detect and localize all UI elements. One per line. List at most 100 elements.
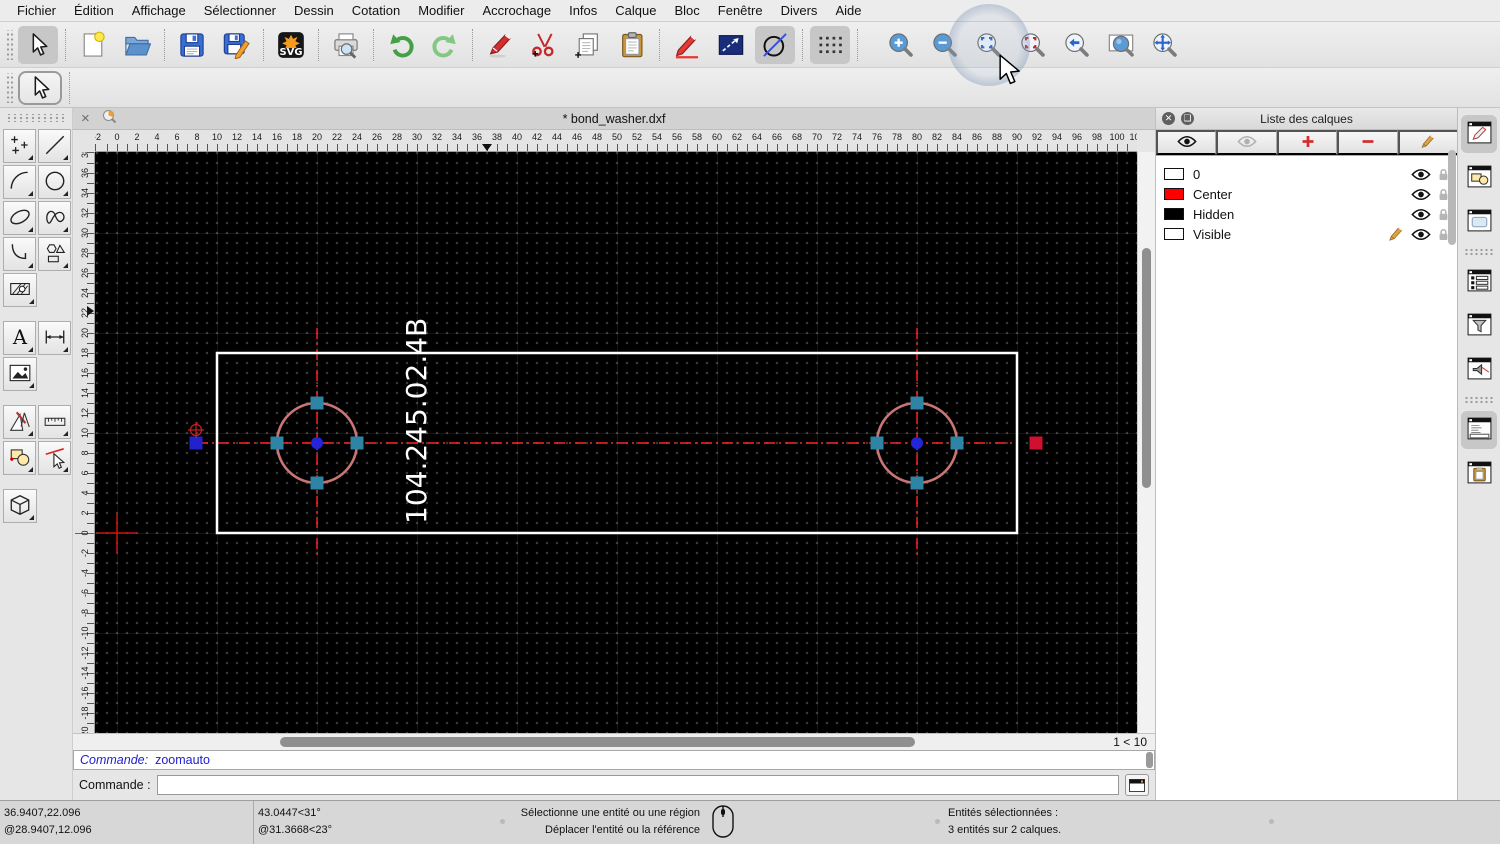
select-arrow-button[interactable] bbox=[18, 25, 58, 64]
dockLibrary-icon bbox=[1466, 208, 1493, 236]
tool-select-entity[interactable] bbox=[38, 441, 71, 475]
cut-button[interactable] bbox=[524, 26, 564, 64]
command-input[interactable] bbox=[156, 775, 1119, 795]
redo-button[interactable] bbox=[425, 26, 465, 64]
dock-entity-list[interactable] bbox=[1461, 263, 1497, 301]
tool-arc[interactable] bbox=[3, 165, 36, 199]
tool-image[interactable] bbox=[3, 357, 37, 391]
horizontal-scrollbar[interactable]: 1 < 10 bbox=[73, 733, 1155, 750]
eye-icon[interactable] bbox=[1411, 188, 1431, 201]
dock-layer-list[interactable] bbox=[1461, 115, 1497, 153]
layer-row[interactable]: Visible bbox=[1156, 224, 1457, 244]
zoom-in-button[interactable] bbox=[881, 26, 921, 64]
layer-row[interactable]: 0 bbox=[1156, 164, 1457, 184]
tool-hatch[interactable] bbox=[3, 273, 37, 307]
tool-measure[interactable] bbox=[38, 405, 71, 439]
delete-button[interactable] bbox=[480, 26, 520, 64]
selection-order-button[interactable] bbox=[711, 26, 751, 64]
layer-remove-button[interactable] bbox=[1337, 130, 1398, 155]
dock-clipboard[interactable] bbox=[1461, 455, 1497, 493]
menu-infos[interactable]: Infos bbox=[560, 0, 606, 22]
zoom-previous-button[interactable] bbox=[1057, 26, 1097, 64]
tool-solid[interactable] bbox=[3, 489, 37, 523]
reference-point-blue[interactable] bbox=[189, 436, 203, 450]
zoom-pan-button[interactable] bbox=[1145, 26, 1185, 64]
layer-color-swatch[interactable] bbox=[1164, 168, 1184, 180]
layer-row[interactable]: Hidden bbox=[1156, 204, 1457, 224]
menu-cotation[interactable]: Cotation bbox=[343, 0, 409, 22]
tool-polyline[interactable] bbox=[3, 237, 36, 271]
layer-row[interactable]: Center bbox=[1156, 184, 1457, 204]
tool-circle[interactable] bbox=[38, 165, 71, 199]
horizontal-scrollbar-thumb[interactable] bbox=[280, 737, 915, 747]
vertical-scrollbar[interactable] bbox=[1137, 152, 1155, 733]
copy-button[interactable] bbox=[568, 26, 608, 64]
menu-aide[interactable]: Aide bbox=[826, 0, 870, 22]
tool-spline[interactable] bbox=[38, 201, 71, 235]
menu-dessin[interactable]: Dessin bbox=[285, 0, 343, 22]
menu-fichier[interactable]: Fichier bbox=[8, 0, 65, 22]
new-file-button[interactable] bbox=[73, 26, 113, 64]
toolbar-drag-handle[interactable] bbox=[4, 114, 68, 122]
zoom-window-button[interactable] bbox=[1101, 26, 1141, 64]
print-preview-button[interactable] bbox=[326, 26, 366, 64]
construction-mode-button[interactable] bbox=[755, 25, 795, 64]
tool-points[interactable] bbox=[3, 129, 36, 163]
dock-library-browser[interactable] bbox=[1461, 203, 1497, 241]
toolbar-drag-handle[interactable] bbox=[5, 29, 13, 60]
dock-plugins[interactable] bbox=[1461, 351, 1497, 389]
eye-icon[interactable] bbox=[1411, 168, 1431, 181]
circle-center-point-right[interactable] bbox=[911, 437, 923, 449]
cad-canvas[interactable]: 104.245.02.4B bbox=[95, 152, 1137, 733]
menu-accrochage[interactable]: Accrochage bbox=[473, 0, 560, 22]
toolbar-drag-handle[interactable] bbox=[5, 72, 13, 103]
reference-point-red[interactable] bbox=[1029, 436, 1043, 450]
layer-add-button[interactable] bbox=[1276, 130, 1338, 155]
zoom-selected-button[interactable] bbox=[1013, 26, 1053, 64]
layer-list-scrollbar-thumb[interactable] bbox=[1448, 150, 1456, 245]
dock-command-line[interactable] bbox=[1461, 411, 1497, 449]
undo-button[interactable] bbox=[381, 26, 421, 64]
select-tool-button[interactable] bbox=[18, 70, 62, 105]
layer-show-all-button[interactable] bbox=[1156, 130, 1217, 155]
menu-bloc[interactable]: Bloc bbox=[665, 0, 708, 22]
menu-selectionner[interactable]: Sélectionner bbox=[195, 0, 285, 22]
menu-divers[interactable]: Divers bbox=[772, 0, 827, 22]
part-number-label[interactable]: 104.245.02.4B bbox=[400, 318, 433, 524]
ruler-label: 24 bbox=[80, 288, 90, 299]
tool-ellipse[interactable] bbox=[3, 201, 36, 235]
tool-dimension[interactable] bbox=[38, 321, 71, 355]
zoom-auto-button[interactable] bbox=[948, 3, 1030, 86]
circle-center-point-left[interactable] bbox=[311, 437, 323, 449]
save-as-button[interactable] bbox=[216, 26, 256, 64]
draw-pen-button[interactable] bbox=[667, 26, 707, 64]
ruler-label: 20 bbox=[80, 328, 90, 339]
menu-affichage[interactable]: Affichage bbox=[123, 0, 195, 22]
layer-color-swatch[interactable] bbox=[1164, 188, 1184, 200]
tool-block[interactable] bbox=[3, 441, 36, 475]
eye-icon[interactable] bbox=[1411, 208, 1431, 221]
dock-block-list[interactable] bbox=[1461, 159, 1497, 197]
paste-button[interactable] bbox=[612, 26, 652, 64]
menu-modifier[interactable]: Modifier bbox=[409, 0, 473, 22]
dock-selection-filter[interactable] bbox=[1461, 307, 1497, 345]
menu-fenetre[interactable]: Fenêtre bbox=[709, 0, 772, 22]
eye-icon[interactable] bbox=[1411, 228, 1431, 241]
layer-color-swatch[interactable] bbox=[1164, 228, 1184, 240]
export-svg-button[interactable]: SVG bbox=[271, 26, 311, 64]
tool-shapes[interactable] bbox=[38, 237, 71, 271]
save-button[interactable] bbox=[172, 26, 212, 64]
command-window-button[interactable] bbox=[1125, 774, 1149, 796]
tool-text[interactable]: A bbox=[3, 321, 36, 355]
layer-color-swatch[interactable] bbox=[1164, 208, 1184, 220]
layer-hide-all-button[interactable] bbox=[1216, 130, 1277, 155]
open-file-button[interactable] bbox=[117, 26, 157, 64]
grid-toggle-button[interactable] bbox=[810, 25, 850, 64]
tool-modify[interactable] bbox=[3, 405, 36, 439]
vertical-scrollbar-thumb[interactable] bbox=[1142, 248, 1151, 488]
menu-calque[interactable]: Calque bbox=[606, 0, 665, 22]
menu-edition[interactable]: Édition bbox=[65, 0, 123, 22]
zoom-out-button[interactable] bbox=[925, 26, 965, 64]
tool-line[interactable] bbox=[38, 129, 71, 163]
history-scrollbar-thumb[interactable] bbox=[1146, 752, 1153, 768]
